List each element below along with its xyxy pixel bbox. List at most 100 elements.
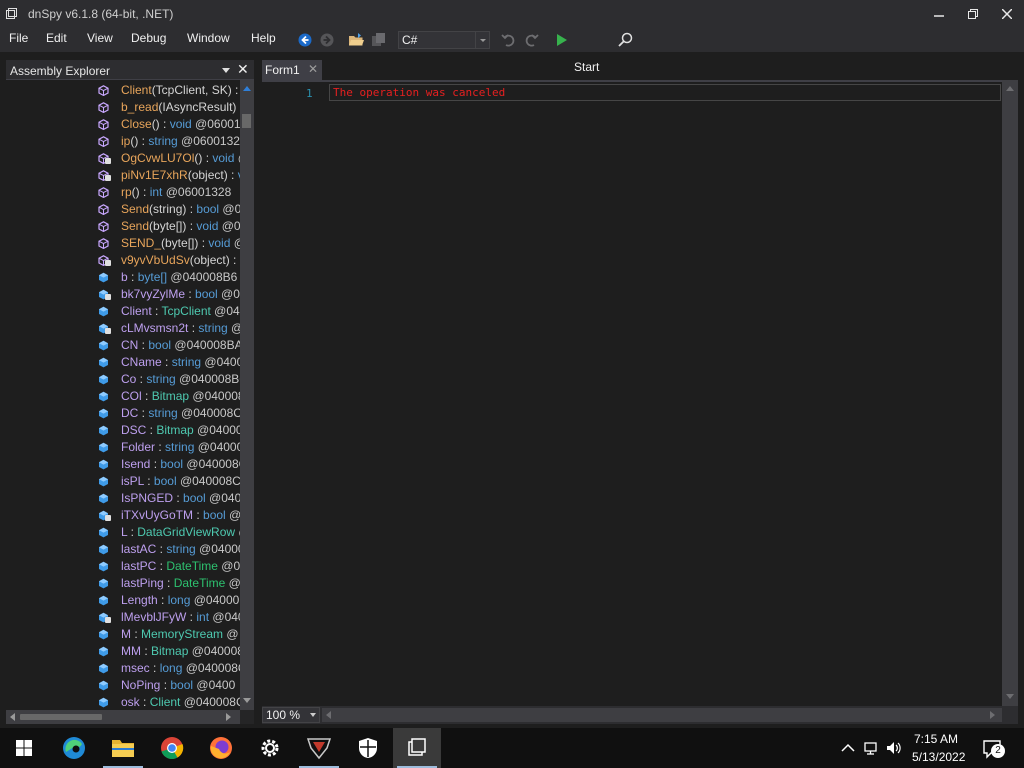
tree-item-field[interactable]: Co : string @040008BC [98, 371, 240, 388]
start-button[interactable]: Start [574, 60, 599, 74]
tree-item-field[interactable]: MM : Bitmap @040008 [98, 643, 240, 660]
back-icon[interactable] [297, 32, 315, 48]
scroll-right-icon[interactable] [990, 711, 995, 719]
tree-item-method[interactable]: rp() : int @06001328 [98, 184, 240, 201]
minimize-button[interactable] [922, 0, 956, 28]
notification-center-button[interactable]: 2 [982, 738, 1006, 760]
tree-item-field[interactable]: msec : long @040008C [98, 660, 240, 677]
editor-vertical-scrollbar[interactable] [1002, 80, 1018, 706]
taskbar-edge[interactable] [50, 728, 98, 768]
tree-item-method[interactable]: Close() : void @060013 [98, 116, 240, 133]
chevron-up-icon[interactable] [840, 740, 856, 756]
tree-item-text: SEND_(byte[]) : void @ [121, 235, 240, 252]
clock-time[interactable]: 7:15 AM [914, 732, 958, 746]
tree-item-field[interactable]: lastPing : DateTime @ [98, 575, 240, 592]
tree-item-field[interactable]: iTXvUyGoTM : bool @ [98, 507, 240, 524]
panel-menu-dropdown-icon[interactable] [222, 68, 230, 73]
forward-icon[interactable] [319, 32, 337, 48]
close-window-button[interactable] [990, 0, 1024, 28]
tree-item-field[interactable]: Folder : string @04000 [98, 439, 240, 456]
zoom-select[interactable]: 100 % [262, 707, 320, 723]
scroll-left-icon[interactable] [10, 713, 15, 721]
tree-item-field[interactable]: lastAC : string @04000 [98, 541, 240, 558]
assembly-tree[interactable]: Client(TcpClient, SK) : b_read(IAsyncRes… [6, 80, 240, 710]
window-title: dnSpy v6.1.8 (64-bit, .NET) [28, 7, 174, 21]
volume-icon[interactable] [886, 740, 902, 756]
taskbar-windows-security[interactable] [344, 728, 392, 768]
play-icon[interactable] [553, 32, 571, 48]
member-name: Isend [121, 457, 151, 471]
taskbar-chrome[interactable] [148, 728, 196, 768]
redo-icon[interactable] [522, 32, 540, 48]
tree-item-field[interactable]: cLMvsmsn2t : string @ [98, 320, 240, 337]
tree-item-method[interactable]: Client(TcpClient, SK) : [98, 82, 240, 99]
tree-item-field[interactable]: isPL : bool @040008C5 [98, 473, 240, 490]
member-separator: : [138, 406, 149, 420]
taskbar-settings[interactable] [246, 728, 294, 768]
tree-item-method[interactable]: Send(byte[]) : void @0 [98, 218, 240, 235]
tree-item-field[interactable]: b : byte[] @040008B6 [98, 269, 240, 286]
tree-item-field[interactable]: NoPing : bool @0400 [98, 677, 240, 694]
tree-vertical-scroll-thumb[interactable] [242, 114, 251, 128]
tree-item-method[interactable]: piNv1E7xhR(object) : v [98, 167, 240, 184]
windows-start-button[interactable] [0, 728, 48, 768]
taskbar-file-explorer[interactable] [99, 728, 147, 768]
tree-item-field[interactable]: Length : long @04000 [98, 592, 240, 609]
tree-horizontal-scroll-thumb[interactable] [20, 714, 102, 720]
taskbar-firefox[interactable] [197, 728, 245, 768]
scroll-left-icon[interactable] [326, 711, 331, 719]
editor-horizontal-scrollbar[interactable] [322, 708, 1002, 722]
tree-item-field[interactable]: CN : bool @040008BA [98, 337, 240, 354]
tree-vertical-scrollbar[interactable] [240, 80, 254, 710]
scroll-down-icon[interactable] [243, 698, 251, 703]
tree-item-field[interactable]: bk7vyZylMe : bool @0 [98, 286, 240, 303]
tree-item-field[interactable]: DC : string @040008C0 [98, 405, 240, 422]
tree-item-method[interactable]: ip() : string @06001326 [98, 133, 240, 150]
field-cube-icon [99, 340, 108, 351]
tree-item-field[interactable]: CName : string @0400 [98, 354, 240, 371]
tab-form1[interactable]: Form1 ✕ [262, 60, 322, 80]
windows-start-icon [16, 740, 32, 756]
menu-debug[interactable]: Debug [131, 31, 166, 45]
restore-button[interactable] [956, 0, 990, 28]
tree-item-method[interactable]: OgCvwLU7Ol() : void @ [98, 150, 240, 167]
tree-item-field[interactable]: DSC : Bitmap @040008 [98, 422, 240, 439]
tree-item-field[interactable]: IsPNGED : bool @0400 [98, 490, 240, 507]
member-token: @040008C5 [179, 474, 240, 488]
tree-item-text: msec : long @040008C [121, 660, 240, 677]
tree-item-field[interactable]: COl : Bitmap @040008 [98, 388, 240, 405]
tree-item-method[interactable]: SEND_(byte[]) : void @ [98, 235, 240, 252]
scroll-down-icon[interactable] [1006, 694, 1014, 699]
menu-edit[interactable]: Edit [46, 31, 67, 45]
undo-icon[interactable] [500, 32, 518, 48]
language-select[interactable]: C# [398, 31, 490, 49]
open-folder-icon[interactable] [348, 32, 366, 48]
tree-item-field[interactable]: lMevblJFyW : int @040 [98, 609, 240, 626]
search-icon[interactable] [617, 32, 635, 48]
scroll-up-icon[interactable] [1006, 86, 1014, 91]
tree-horizontal-scrollbar[interactable] [6, 710, 240, 724]
tree-item-field[interactable]: Isend : bool @040008C [98, 456, 240, 473]
menu-file[interactable]: File [9, 31, 28, 45]
taskbar-dnspy[interactable] [295, 728, 343, 768]
tree-item-method[interactable]: v9yvVbUdSv(object) : [98, 252, 240, 269]
scroll-right-icon[interactable] [226, 713, 231, 721]
code-editor[interactable]: 1 The operation was canceled [262, 80, 1002, 706]
tree-item-method[interactable]: Send(string) : bool @0 [98, 201, 240, 218]
taskbar-task-view[interactable] [393, 728, 441, 768]
save-icon[interactable] [370, 32, 388, 48]
menu-view[interactable]: View [87, 31, 113, 45]
scroll-up-icon[interactable] [243, 86, 251, 91]
tree-item-field[interactable]: Client : TcpClient @04 [98, 303, 240, 320]
tree-item-method[interactable]: b_read(IAsyncResult) : [98, 99, 240, 116]
tree-item-field[interactable]: osk : Client @040008C [98, 694, 240, 710]
tree-item-field[interactable]: L : DataGridViewRow @ [98, 524, 240, 541]
tree-item-field[interactable]: M : MemoryStream @ [98, 626, 240, 643]
clock-date[interactable]: 5/13/2022 [912, 750, 965, 764]
tab-close-button[interactable]: ✕ [308, 62, 318, 76]
tree-item-field[interactable]: lastPC : DateTime @04 [98, 558, 240, 575]
menu-window[interactable]: Window [187, 31, 230, 45]
menu-help[interactable]: Help [251, 31, 276, 45]
network-icon[interactable] [863, 740, 879, 756]
panel-close-button[interactable]: ✕ [237, 61, 249, 78]
